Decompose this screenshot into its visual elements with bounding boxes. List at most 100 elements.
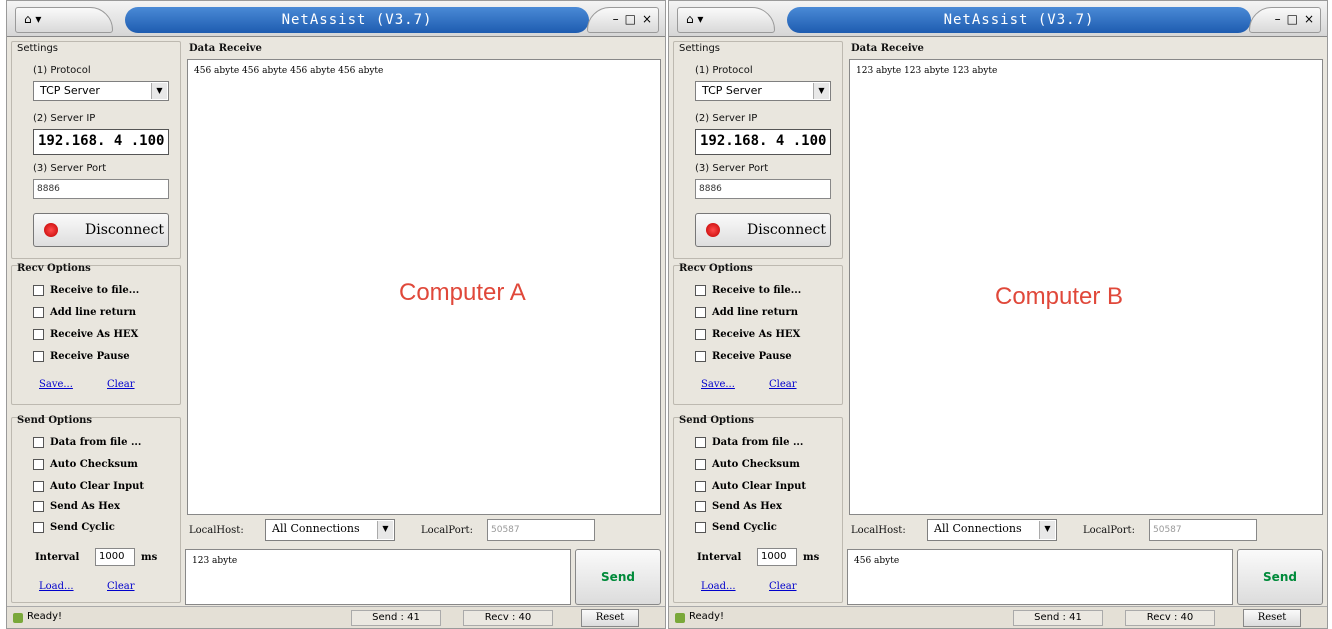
disconnect-button[interactable]: Disconnect	[33, 213, 169, 247]
local-host-value: All Connections	[934, 522, 1022, 535]
add-line-return-checkbox[interactable]: Add line return	[33, 307, 136, 318]
recv-options-title: Recv Options	[17, 263, 91, 274]
send-count: Send : 41	[1013, 610, 1103, 626]
connection-led-icon	[44, 223, 58, 237]
local-host-label: LocalHost:	[189, 525, 244, 536]
receive-pause-checkbox[interactable]: Receive Pause	[695, 351, 792, 362]
receive-to-file-checkbox[interactable]: Receive to file...	[33, 285, 139, 296]
protocol-label: (1) Protocol	[695, 65, 753, 76]
local-port-field[interactable]: 50587	[1149, 519, 1257, 541]
server-ip-field[interactable]: 192.168. 4 .100	[33, 129, 169, 155]
local-port-label: LocalPort:	[421, 525, 473, 536]
reset-button[interactable]: Reset	[581, 609, 639, 627]
data-receive-title: Data Receive	[851, 43, 924, 54]
interval-field[interactable]: 1000	[757, 548, 797, 566]
title-bar: ⌂ ▾ NetAssist (V3.7) – □ ×	[669, 1, 1327, 37]
auto-clear-input-checkbox[interactable]: Auto Clear Input	[695, 481, 806, 492]
minimize-icon[interactable]: –	[613, 8, 619, 32]
settings-group-title: Settings	[679, 43, 721, 54]
status-ready: Ready!	[27, 611, 63, 622]
receive-as-hex-checkbox[interactable]: Receive As HEX	[695, 329, 800, 340]
maximize-icon[interactable]: □	[1287, 8, 1298, 32]
receive-to-file-checkbox[interactable]: Receive to file...	[695, 285, 801, 296]
send-clear-link[interactable]: Clear	[107, 581, 135, 592]
received-data-text: 123 abyte 123 abyte 123 abyte	[856, 66, 998, 76]
auto-checksum-checkbox[interactable]: Auto Checksum	[695, 459, 800, 470]
close-icon[interactable]: ×	[642, 8, 652, 32]
auto-clear-input-checkbox[interactable]: Auto Clear Input	[33, 481, 144, 492]
computer-label: Computer A	[399, 279, 526, 306]
data-from-file-checkbox[interactable]: Data from file ...	[695, 437, 803, 448]
send-as-hex-checkbox[interactable]: Send As Hex	[33, 501, 120, 512]
save-link[interactable]: Save...	[39, 379, 73, 390]
interval-field[interactable]: 1000	[95, 548, 135, 566]
send-input[interactable]: 123 abyte	[185, 549, 571, 605]
system-menu-button[interactable]: ⌂ ▾	[15, 7, 113, 33]
local-host-select[interactable]: All Connections ▼	[265, 519, 395, 541]
server-port-field[interactable]: 8886	[695, 179, 831, 199]
protocol-select[interactable]: TCP Server ▼	[695, 81, 831, 101]
close-icon[interactable]: ×	[1304, 8, 1314, 32]
protocol-value: TCP Server	[40, 84, 100, 97]
protocol-value: TCP Server	[702, 84, 762, 97]
send-as-hex-checkbox[interactable]: Send As Hex	[695, 501, 782, 512]
connection-led-icon	[706, 223, 720, 237]
send-cyclic-checkbox[interactable]: Send Cyclic	[33, 522, 115, 533]
netassist-window-a: ⌂ ▾ NetAssist (V3.7) – □ × Settings (1) …	[6, 0, 666, 629]
chevron-down-icon: ▼	[1039, 521, 1055, 539]
send-options-title: Send Options	[679, 415, 755, 426]
window-controls: – □ ×	[587, 7, 659, 33]
status-ready: Ready!	[689, 611, 725, 622]
load-link[interactable]: Load...	[701, 581, 736, 592]
interval-unit: ms	[141, 552, 158, 563]
recv-count: Recv : 40	[1125, 610, 1215, 626]
auto-checksum-checkbox[interactable]: Auto Checksum	[33, 459, 138, 470]
server-ip-field[interactable]: 192.168. 4 .100	[695, 129, 831, 155]
status-bar: Ready! Send : 41 Recv : 40 Reset	[669, 606, 1327, 628]
server-port-field[interactable]: 8886	[33, 179, 169, 199]
interval-unit: ms	[803, 552, 820, 563]
save-link[interactable]: Save...	[701, 379, 735, 390]
ready-icon	[13, 613, 23, 623]
local-host-value: All Connections	[272, 522, 360, 535]
add-line-return-checkbox[interactable]: Add line return	[695, 307, 798, 318]
disconnect-label: Disconnect	[85, 222, 164, 238]
recv-clear-link[interactable]: Clear	[107, 379, 135, 390]
received-data-text: 456 abyte 456 abyte 456 abyte 456 abyte	[194, 66, 384, 76]
local-port-field[interactable]: 50587	[487, 519, 595, 541]
local-port-label: LocalPort:	[1083, 525, 1135, 536]
protocol-select[interactable]: TCP Server ▼	[33, 81, 169, 101]
server-ip-label: (2) Server IP	[33, 113, 96, 124]
chevron-down-icon: ▼	[377, 521, 393, 539]
system-menu-button[interactable]: ⌂ ▾	[677, 7, 775, 33]
local-host-select[interactable]: All Connections ▼	[927, 519, 1057, 541]
disconnect-label: Disconnect	[747, 222, 826, 238]
data-from-file-checkbox[interactable]: Data from file ...	[33, 437, 141, 448]
send-button[interactable]: Send	[1237, 549, 1323, 605]
chevron-down-icon: ▼	[151, 83, 167, 99]
recv-options-title: Recv Options	[679, 263, 753, 274]
send-cyclic-checkbox[interactable]: Send Cyclic	[695, 522, 777, 533]
maximize-icon[interactable]: □	[625, 8, 636, 32]
recv-clear-link[interactable]: Clear	[769, 379, 797, 390]
send-input-text: 123 abyte	[192, 556, 238, 566]
send-count: Send : 41	[351, 610, 441, 626]
window-title: NetAssist (V3.7)	[787, 7, 1251, 33]
minimize-icon[interactable]: –	[1275, 8, 1281, 32]
data-receive-title: Data Receive	[189, 43, 262, 54]
netassist-window-b: ⌂ ▾ NetAssist (V3.7) – □ × Settings (1) …	[668, 0, 1328, 629]
disconnect-button[interactable]: Disconnect	[695, 213, 831, 247]
interval-label: Interval	[697, 552, 742, 563]
protocol-label: (1) Protocol	[33, 65, 91, 76]
title-bar: ⌂ ▾ NetAssist (V3.7) – □ ×	[7, 1, 665, 37]
chevron-down-icon: ▼	[813, 83, 829, 99]
receive-as-hex-checkbox[interactable]: Receive As HEX	[33, 329, 138, 340]
reset-button[interactable]: Reset	[1243, 609, 1301, 627]
send-options-title: Send Options	[17, 415, 93, 426]
send-input[interactable]: 456 abyte	[847, 549, 1233, 605]
send-clear-link[interactable]: Clear	[769, 581, 797, 592]
load-link[interactable]: Load...	[39, 581, 74, 592]
receive-pause-checkbox[interactable]: Receive Pause	[33, 351, 130, 362]
recv-count: Recv : 40	[463, 610, 553, 626]
send-button[interactable]: Send	[575, 549, 661, 605]
